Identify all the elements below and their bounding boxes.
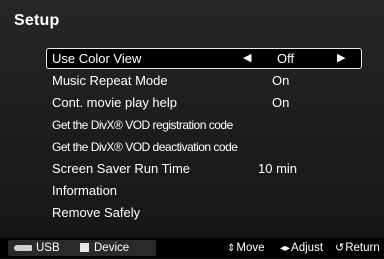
return-label: Return <box>345 242 380 254</box>
menu-item-label: Information <box>52 183 118 198</box>
usb-label: USB <box>36 242 60 254</box>
menu-item-value: On <box>272 95 290 110</box>
menu-item-music-repeat-mode[interactable]: Music Repeat Mode On <box>46 70 362 92</box>
footer-bar: USB Device ⇕Move ◂▸Adjust ↺Return <box>0 238 384 258</box>
page-title: Setup <box>14 12 60 29</box>
adjust-label: Adjust <box>291 242 324 254</box>
menu-item-label: Use Color View <box>52 51 142 66</box>
updown-icon: ⇕ <box>227 243 236 254</box>
menu-item-label: Music Repeat Mode <box>52 73 168 88</box>
menu-item-label: Get the DivX® VOD deactivation code <box>52 140 238 154</box>
menu-item-remove-safely[interactable]: Remove Safely <box>46 202 362 224</box>
menu-item-value: Off <box>277 51 295 66</box>
setup-menu: Use Color View ◀ Off ▶ Music Repeat Mode… <box>46 48 362 224</box>
usb-source[interactable]: USB <box>14 238 60 258</box>
menu-item-label: Get the DivX® VOD registration code <box>52 118 233 132</box>
menu-item-divx-deactivation[interactable]: Get the DivX® VOD deactivation code <box>46 136 362 158</box>
menu-item-divx-registration[interactable]: Get the DivX® VOD registration code <box>46 114 362 136</box>
adjust-hint: ◂▸Adjust <box>280 238 323 258</box>
menu-item-use-color-view[interactable]: Use Color View ◀ Off ▶ <box>46 48 362 69</box>
arrow-left-icon[interactable]: ◀ <box>243 49 251 68</box>
move-hint: ⇕Move <box>227 238 265 258</box>
usb-icon <box>14 244 32 251</box>
menu-item-value: 10 min <box>258 161 298 176</box>
device-icon <box>80 243 89 253</box>
move-label: Move <box>236 242 265 254</box>
return-icon: ↺ <box>335 242 345 254</box>
menu-item-label: Remove Safely <box>52 205 141 220</box>
menu-item-label: Cont. movie play help <box>52 95 178 110</box>
menu-item-label: Screen Saver Run Time <box>52 161 191 176</box>
menu-item-information[interactable]: Information <box>46 180 362 202</box>
setup-screen: Setup Use Color View ◀ Off ▶ Music Repea… <box>0 0 384 258</box>
menu-item-screen-saver-run-time[interactable]: Screen Saver Run Time 10 min <box>46 158 362 180</box>
menu-item-value: On <box>272 73 290 88</box>
device-label: Device <box>94 242 130 254</box>
device-source[interactable]: Device <box>80 238 129 258</box>
return-hint[interactable]: ↺Return <box>335 238 380 258</box>
arrow-right-icon[interactable]: ▶ <box>337 49 345 68</box>
leftright-icon: ◂▸ <box>280 243 291 254</box>
menu-item-cont-movie-play-help[interactable]: Cont. movie play help On <box>46 92 362 114</box>
